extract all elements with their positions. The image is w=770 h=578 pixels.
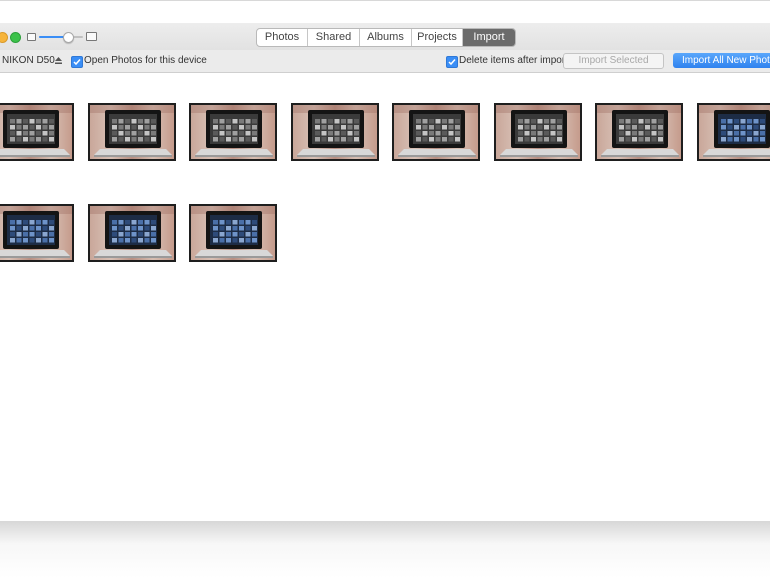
thumbnail-size-slider[interactable] [39, 32, 83, 43]
title-bar [0, 1, 770, 23]
photo-thumbnail[interactable] [0, 204, 74, 262]
delete-after-import-label: Delete items after import [459, 55, 568, 66]
tab-import[interactable]: Import [463, 29, 515, 46]
photo-thumbnail[interactable] [0, 103, 74, 161]
open-photos-label: Open Photos for this device [84, 55, 207, 66]
tab-albums[interactable]: Albums [360, 29, 412, 46]
photo-thumbnail[interactable] [88, 204, 176, 262]
tab-shared[interactable]: Shared [308, 29, 360, 46]
photo-thumbnail[interactable] [291, 103, 379, 161]
photo-thumbnail[interactable] [189, 103, 277, 161]
window-shadow [0, 521, 770, 578]
slider-knob[interactable] [62, 32, 74, 43]
photo-thumbnail[interactable] [189, 204, 277, 262]
photo-thumbnail[interactable] [494, 103, 582, 161]
large-thumbnail-icon [86, 32, 97, 41]
eject-icon[interactable] [54, 56, 63, 65]
small-thumbnail-icon [27, 33, 36, 41]
photo-thumbnail[interactable] [392, 103, 480, 161]
import-selected-button[interactable]: Import Selected [563, 53, 664, 69]
tab-photos[interactable]: Photos [257, 29, 308, 46]
photo-thumbnail[interactable] [697, 103, 770, 161]
delete-after-import-checkbox[interactable] [446, 56, 458, 68]
device-name: NIKON D50 [2, 55, 55, 66]
photos-window: Photos Shared Albums Projects Import NIK… [0, 0, 770, 522]
import-all-new-photos-button[interactable]: Import All New Photos [673, 53, 770, 68]
photo-thumbnail[interactable] [595, 103, 683, 161]
photo-thumbnail[interactable] [88, 103, 176, 161]
zoom-button[interactable] [10, 32, 21, 43]
open-photos-checkbox[interactable] [71, 56, 83, 68]
view-tabs: Photos Shared Albums Projects Import [256, 28, 516, 47]
tab-projects[interactable]: Projects [412, 29, 463, 46]
